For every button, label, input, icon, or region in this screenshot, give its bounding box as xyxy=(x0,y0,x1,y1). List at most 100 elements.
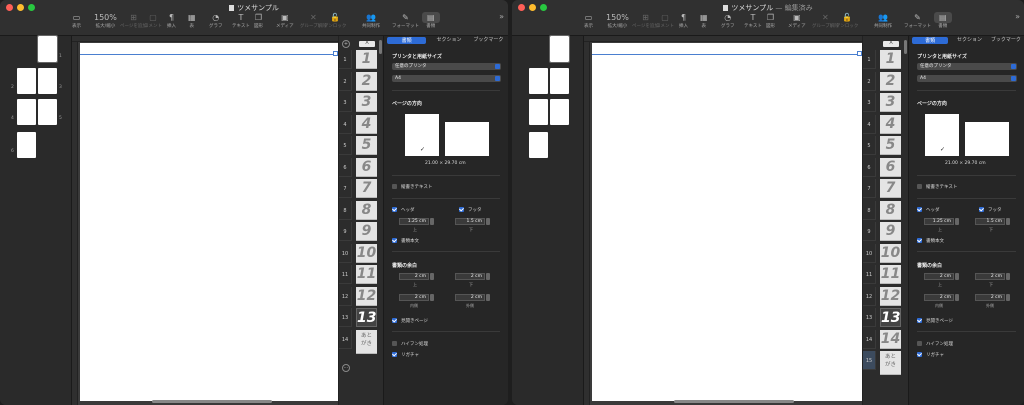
footer-stepper[interactable] xyxy=(486,218,490,225)
toolbar-shape-button[interactable]: ❐ 図形 xyxy=(766,12,775,29)
horizontal-scrollbar[interactable] xyxy=(674,400,794,403)
row-number[interactable]: 8 xyxy=(863,200,876,220)
thumbnail-page-4[interactable] xyxy=(529,99,548,125)
document-canvas[interactable] xyxy=(72,36,338,405)
row-number[interactable]: 1 xyxy=(339,50,352,69)
tab-cell[interactable]: 8 xyxy=(880,200,901,220)
toolbar-collaborate-button[interactable]: 👥 共同制作 xyxy=(362,12,380,29)
vertical-scrollbar[interactable] xyxy=(904,40,907,54)
row-number[interactable]: 1 xyxy=(863,50,876,69)
tab-cell[interactable]: 12 xyxy=(880,286,901,306)
tab-cell[interactable]: 11 xyxy=(880,265,901,284)
footer-checkbox[interactable] xyxy=(459,207,464,212)
portrait-orientation-button[interactable]: ✓ xyxy=(405,114,439,156)
row-number[interactable]: 13 xyxy=(863,308,876,327)
document-canvas[interactable] xyxy=(584,36,862,405)
tab-cell[interactable]: 13 xyxy=(880,308,901,327)
row-number[interactable]: 10 xyxy=(339,243,352,263)
thumbnail-page-2[interactable] xyxy=(17,68,36,94)
header-checkbox[interactable] xyxy=(392,207,397,212)
toolbar-sidebar-button[interactable]: ▭ 表示 xyxy=(72,12,81,29)
facing-pages-checkbox[interactable] xyxy=(917,318,922,323)
margin-outer-field[interactable]: 2 cm xyxy=(975,294,1005,301)
margin-top-field[interactable]: 2 cm xyxy=(399,273,429,280)
margin-inner-stepper[interactable] xyxy=(430,294,434,301)
document-body-checkbox[interactable] xyxy=(392,238,397,243)
footer-margin-field[interactable]: 1.5 cm xyxy=(455,218,485,225)
ligatures-checkbox[interactable] xyxy=(917,352,922,357)
row-number[interactable]: 11 xyxy=(339,265,352,284)
row-number[interactable]: 6 xyxy=(863,157,876,177)
tab-cell[interactable]: 4 xyxy=(880,114,901,134)
thumbnail-page-5[interactable] xyxy=(550,99,569,125)
header-margin-field[interactable]: 1.25 cm xyxy=(924,218,954,225)
toolbar-comment-button[interactable]: ▢ コメント xyxy=(144,12,162,29)
row-number[interactable]: 6 xyxy=(339,157,352,177)
thumbnail-page-6[interactable] xyxy=(529,132,548,158)
tab-section[interactable]: セクション xyxy=(951,36,987,45)
toolbar-overflow-icon[interactable]: » xyxy=(1015,12,1020,21)
margin-inner-field[interactable]: 2 cm xyxy=(399,294,429,301)
margin-outer-stepper[interactable] xyxy=(1006,294,1010,301)
tab-document[interactable]: 書類 xyxy=(387,37,427,44)
thumbnail-page-1[interactable] xyxy=(37,35,58,63)
tab-cell[interactable]: 3 xyxy=(356,93,377,112)
footer-margin-field[interactable]: 1.5 cm xyxy=(975,218,1005,225)
toolbar-shape-button[interactable]: ❐ 図形 xyxy=(254,12,263,29)
header-stepper[interactable] xyxy=(430,218,434,225)
margin-bottom-stepper[interactable] xyxy=(486,273,490,280)
portrait-orientation-button[interactable]: ✓ xyxy=(925,114,959,156)
toolbar-add-page-button[interactable]: ⊞ ページを追加 xyxy=(120,12,147,29)
tab-cell[interactable]: 1 xyxy=(356,50,377,69)
margin-inner-field[interactable]: 2 cm xyxy=(924,294,954,301)
toolbar-document-button[interactable]: ▤ 書類 xyxy=(422,12,440,29)
vertical-scrollbar[interactable] xyxy=(379,40,382,54)
document-page[interactable] xyxy=(80,43,338,401)
row-number[interactable]: 5 xyxy=(863,136,876,155)
margin-outer-stepper[interactable] xyxy=(486,294,490,301)
facing-pages-checkbox[interactable] xyxy=(392,318,397,323)
vertical-text-checkbox[interactable] xyxy=(917,184,922,189)
toolbar-table-button[interactable]: ▦ 表 xyxy=(700,12,708,29)
row-number[interactable]: 13 xyxy=(339,308,352,327)
toolbar-add-page-button[interactable]: ⊞ ページを追加 xyxy=(632,12,659,29)
tab-cell[interactable]: あと がき xyxy=(356,329,377,354)
horizontal-scrollbar[interactable] xyxy=(152,400,272,403)
tab-cell[interactable]: 10 xyxy=(356,243,377,263)
header-checkbox[interactable] xyxy=(917,207,922,212)
thumbnail-page-3[interactable] xyxy=(550,68,569,94)
toolbar-comment-button[interactable]: ▢ コメント xyxy=(656,12,674,29)
row-number[interactable]: 15 xyxy=(863,351,876,370)
margin-top-stepper[interactable] xyxy=(955,273,959,280)
tab-cell[interactable]: 5 xyxy=(356,136,377,155)
tab-cell[interactable]: 2 xyxy=(356,71,377,91)
margin-bottom-field[interactable]: 2 cm xyxy=(455,273,485,280)
row-number[interactable]: 14 xyxy=(339,329,352,349)
document-page[interactable] xyxy=(592,43,862,401)
toolbar-overflow-icon[interactable]: » xyxy=(499,12,504,21)
row-number[interactable]: 4 xyxy=(339,114,352,134)
vertical-text-checkbox[interactable] xyxy=(392,184,397,189)
tab-cell[interactable]: あと がき xyxy=(880,351,901,375)
toolbar-text-button[interactable]: T テキスト xyxy=(232,12,250,29)
toolbar-media-button[interactable]: ▣ メディア xyxy=(276,12,294,29)
row-number[interactable]: 7 xyxy=(339,179,352,198)
more-rows-icon[interactable]: ⋯ xyxy=(342,364,350,372)
tab-cell[interactable]: 11 xyxy=(356,265,377,284)
tab-cell[interactable]: 3 xyxy=(880,93,901,112)
toolbar-collaborate-button[interactable]: 👥 共同制作 xyxy=(874,12,892,29)
toolbar-text-button[interactable]: T テキスト xyxy=(744,12,762,29)
toolbar-format-button[interactable]: ✎ フォーマット xyxy=(392,12,419,29)
footer-stepper[interactable] xyxy=(1006,218,1010,225)
row-number[interactable]: 8 xyxy=(339,200,352,220)
ligatures-checkbox[interactable] xyxy=(392,352,397,357)
tab-cell[interactable]: 8 xyxy=(356,200,377,220)
hyphenation-checkbox[interactable] xyxy=(392,341,397,346)
toolbar-ungroup-button[interactable]: ✕ グループ解除 xyxy=(812,12,839,29)
tab-cell[interactable]: 9 xyxy=(356,222,377,241)
row-number[interactable]: 2 xyxy=(863,71,876,91)
row-number[interactable]: 10 xyxy=(863,243,876,263)
tab-cell[interactable]: 12 xyxy=(356,286,377,306)
toolbar-media-button[interactable]: ▣ メディア xyxy=(788,12,806,29)
header-stepper[interactable] xyxy=(955,218,959,225)
